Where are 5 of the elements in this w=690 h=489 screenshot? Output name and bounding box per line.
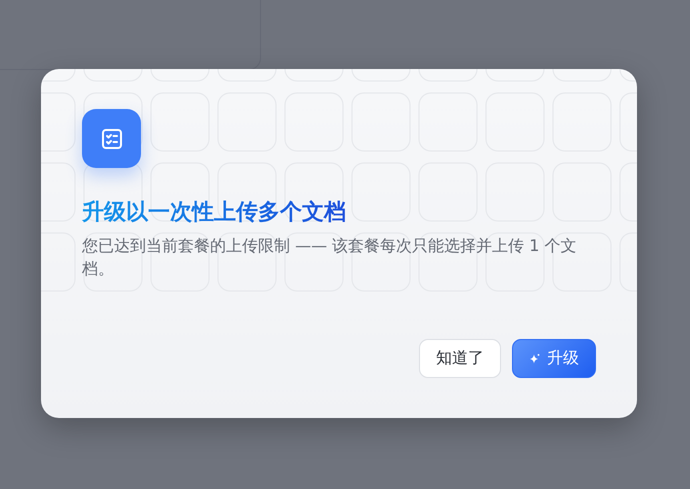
sparkle-icon [529,352,541,364]
upgrade-button[interactable]: 升级 [512,339,596,378]
checklist-icon [82,109,141,168]
dismiss-button[interactable]: 知道了 [419,339,501,378]
dialog-message: 您已达到当前套餐的上传限制 —— 该套餐每次只能选择并上传 1 个文档。 [82,235,578,280]
